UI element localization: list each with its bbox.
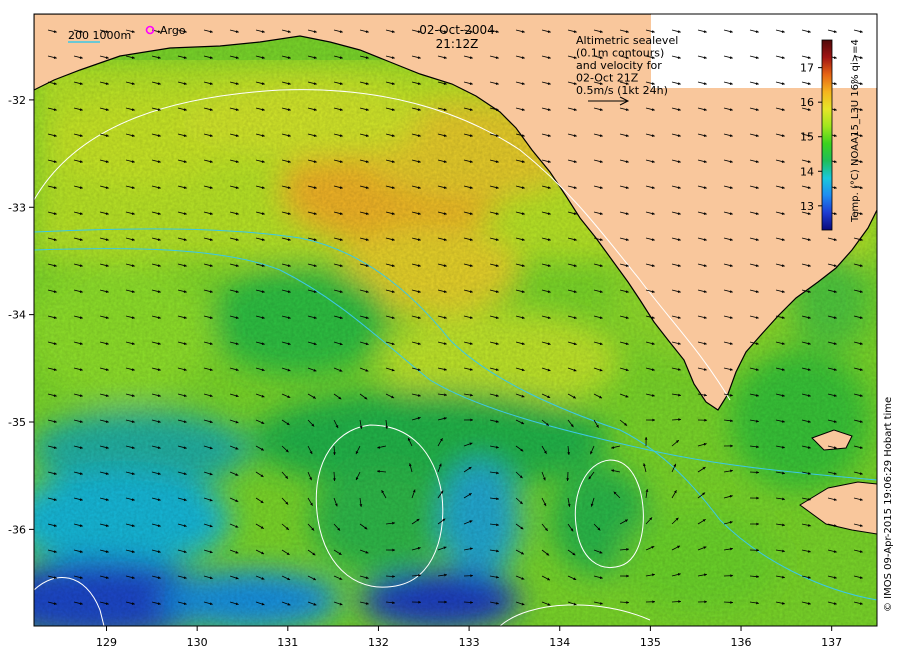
y-tick-label: -36	[8, 523, 26, 536]
annotation-line: (0.1m contours)	[576, 47, 664, 60]
x-tick-label: 137	[821, 636, 842, 649]
y-tick-label: -33	[8, 201, 26, 214]
colorbar-tick-label: 16	[800, 96, 814, 109]
map-plot-area	[34, 14, 877, 626]
colorbar-tick-label: 15	[800, 131, 814, 144]
x-tick-label: 131	[277, 636, 298, 649]
colorbar: 13 14 15 16 17 Temp. (°C) NOAA15_L3U 16% qi>…	[800, 39, 861, 231]
colorbar-tick-label: 14	[800, 165, 814, 178]
x-tick-label: 132	[368, 636, 389, 649]
credit-text: © IMOS 09-Apr-2015 19:06:29 Hobart time	[883, 397, 894, 612]
sst-map-figure: -32 -33 -34 -35 -36 129 130 131 132 133 134 135 136…	[8, 13, 894, 649]
annotation-line: 0.5m/s (1kt 24h)	[576, 84, 668, 97]
x-tick-label: 134	[549, 636, 570, 649]
colorbar-tick-label: 13	[800, 200, 814, 213]
annotation-line: 02-Oct 21Z	[576, 72, 639, 85]
map-time: 21:12Z	[436, 37, 479, 51]
colorbar-ramp	[821, 39, 833, 231]
y-tick-label: -35	[8, 416, 26, 429]
land-white-mask	[651, 14, 877, 88]
colorbar-tick-label: 17	[800, 62, 814, 75]
scale-label: 200 1000m	[68, 29, 131, 42]
x-tick-label: 130	[187, 636, 208, 649]
colorbar-label: Temp. (°C) NOAA15_L3U 16% qi>=4	[850, 39, 861, 223]
x-tick-label: 136	[731, 636, 752, 649]
x-tick-label: 129	[96, 636, 117, 649]
scale-indicator: 200 1000m	[68, 29, 131, 43]
x-tick-label: 133	[459, 636, 480, 649]
y-axis: -32 -33 -34 -35 -36	[8, 94, 34, 536]
y-tick-label: -34	[8, 309, 26, 322]
annotation-line: and velocity for	[576, 59, 662, 72]
argo-label: Argo	[160, 24, 186, 37]
y-tick-label: -32	[8, 94, 26, 107]
x-tick-label: 135	[640, 636, 661, 649]
annotation-line: Altimetric sealevel	[576, 34, 678, 47]
map-date: 02-Oct-2004	[419, 23, 495, 37]
x-axis: 129 130 131 132 133 134 135 136 137	[96, 626, 842, 649]
